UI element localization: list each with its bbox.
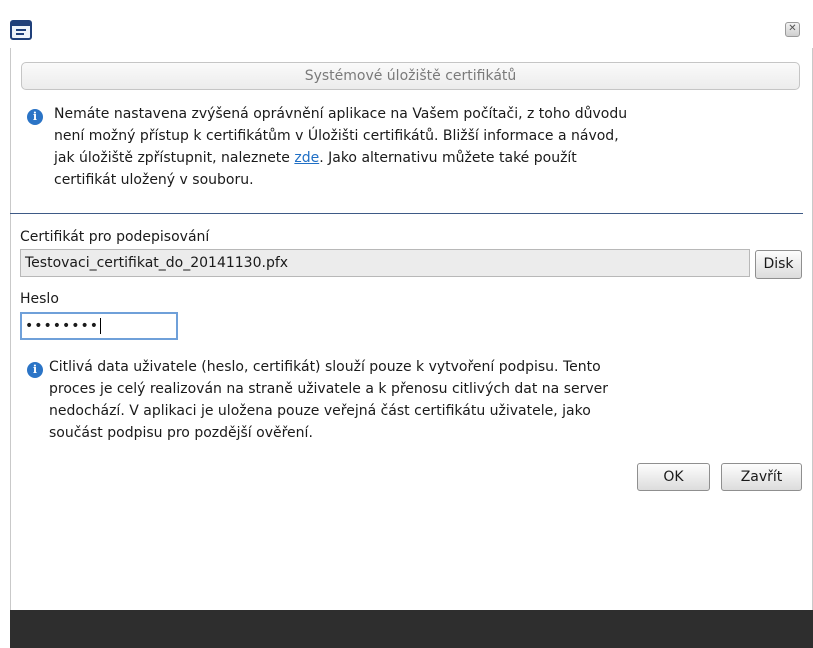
certificate-store-header[interactable]: Systémové úložiště certifikátů xyxy=(21,62,800,90)
note-line: nedochází. V aplikaci je uložena pouze v… xyxy=(49,403,591,419)
password-mask: •••••••• xyxy=(25,318,100,334)
privacy-note: Citlivá data uživatele (heslo, certifiká… xyxy=(49,356,801,444)
certificate-file-field[interactable]: Testovaci_certifikat_do_20141130.pfx xyxy=(20,249,750,277)
password-label: Heslo xyxy=(20,291,59,307)
info-line: jak úložiště zpřístupnit, naleznete zde.… xyxy=(54,150,577,166)
certificate-store-info: Nemáte nastavena zvýšená oprávnění aplik… xyxy=(54,103,802,191)
note-line: proces je celý realizován na straně uživ… xyxy=(49,381,609,397)
dialog-title-bar: ✕ xyxy=(0,0,813,48)
section-divider xyxy=(10,213,803,214)
help-link[interactable]: zde xyxy=(294,150,319,166)
info-line: Nemáte nastavena zvýšená oprávnění aplik… xyxy=(54,106,628,122)
ok-button[interactable]: OK xyxy=(637,463,710,491)
text-caret xyxy=(100,318,102,334)
footer-bar xyxy=(10,610,813,648)
note-line: součást podpisu pro pozdější ověření. xyxy=(49,425,313,441)
password-input[interactable]: •••••••• xyxy=(20,312,178,340)
note-line: Citlivá data uživatele (heslo, certifiká… xyxy=(49,359,601,375)
disk-button[interactable]: Disk xyxy=(755,250,802,279)
info-icon: i xyxy=(27,109,43,125)
certificate-label: Certifikát pro podepisování xyxy=(20,229,210,245)
close-button[interactable]: Zavřít xyxy=(721,463,802,491)
info-line: certifikát uložený v souboru. xyxy=(54,172,254,188)
info-line: není možný přístup k certifikátům v Úlož… xyxy=(54,128,619,144)
dialog-window-icon xyxy=(10,20,32,40)
close-icon[interactable]: ✕ xyxy=(785,22,800,37)
info-icon: i xyxy=(27,362,43,378)
